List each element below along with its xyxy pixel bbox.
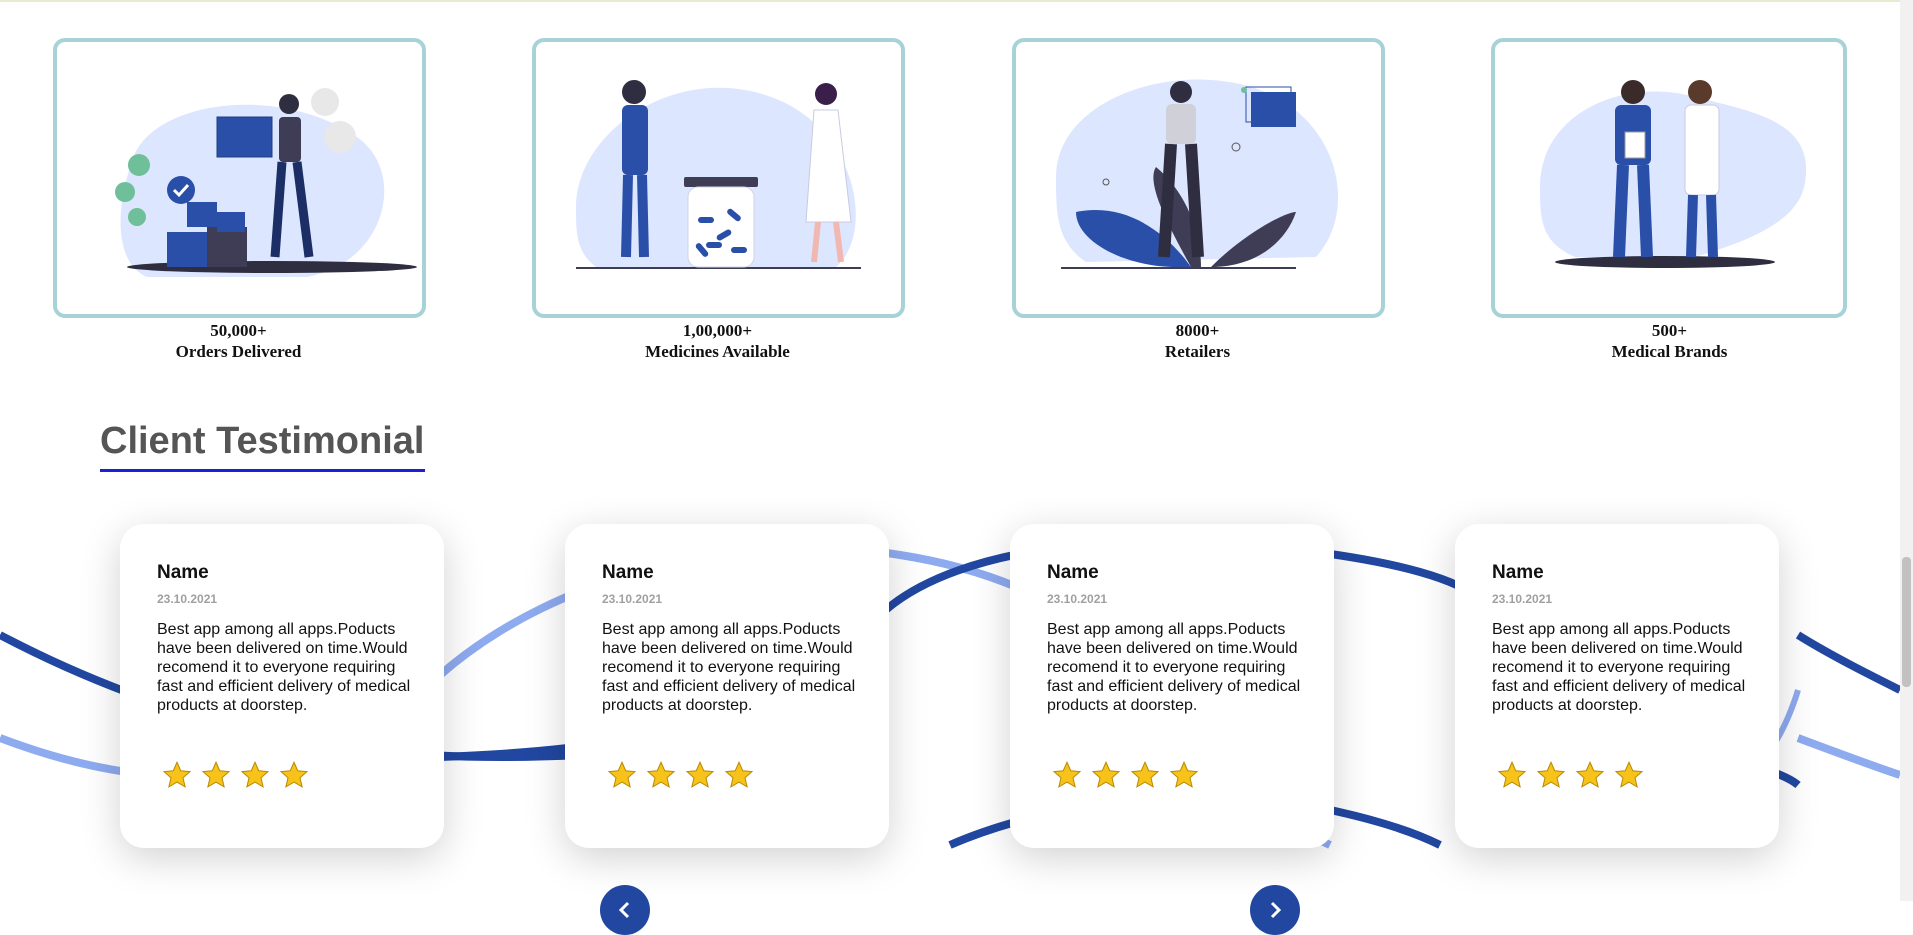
star-icon	[1052, 761, 1082, 788]
star-icon	[607, 761, 637, 788]
stat-number: 1,00,000+	[682, 321, 753, 340]
rating-stars	[1052, 760, 1199, 790]
stat-orders: 50,000+ Orders Delivered	[53, 38, 426, 362]
medical-staff-illustration	[1540, 80, 1807, 268]
star-icon	[1169, 761, 1199, 788]
stat-label: Medical Brands	[1611, 342, 1728, 361]
testimonial-card: Name 23.10.2021 Best app among all apps.…	[565, 524, 889, 848]
testimonial-card: Name 23.10.2021 Best app among all apps.…	[1010, 524, 1334, 848]
top-border	[0, 0, 1913, 2]
page-scrollbar[interactable]	[1900, 0, 1913, 901]
stat-label: Medicines Available	[645, 342, 790, 361]
star-icon	[1536, 761, 1566, 788]
star-icon	[201, 761, 231, 788]
star-icon	[162, 761, 192, 788]
stat-medicines: 1,00,000+ Medicines Available	[532, 38, 905, 362]
doctors-medicine-illustration	[576, 80, 861, 269]
stat-illustration-card	[1012, 38, 1385, 318]
reviewer-name: Name	[1047, 562, 1099, 583]
review-date: 23.10.2021	[157, 592, 218, 606]
chevron-right-icon	[1270, 901, 1282, 919]
review-date: 23.10.2021	[1047, 592, 1108, 606]
section-title: Client Testimonial	[100, 420, 425, 462]
star-icon	[1575, 761, 1605, 788]
scrollbar-thumb[interactable]	[1902, 557, 1911, 687]
star-icon	[1614, 761, 1644, 788]
reviewer-name: Name	[602, 562, 654, 583]
delivery-illustration	[115, 88, 417, 277]
star-icon	[279, 761, 309, 788]
star-icon	[1091, 761, 1121, 788]
stat-label: Orders Delivered	[175, 342, 302, 361]
stat-label: Retailers	[1164, 342, 1231, 361]
rating-stars	[1497, 760, 1644, 790]
star-icon	[646, 761, 676, 788]
stat-illustration-card	[532, 38, 905, 318]
carousel-prev-button[interactable]	[600, 885, 650, 935]
stat-number: 500+	[1651, 321, 1688, 340]
carousel-next-button[interactable]	[1250, 885, 1300, 935]
stat-brands: 500+ Medical Brands	[1491, 38, 1862, 362]
review-text: Best app among all apps.Poducts have bee…	[1492, 621, 1746, 714]
title-underline	[100, 469, 425, 472]
stat-number: 8000+	[1175, 321, 1220, 340]
reviewer-name: Name	[157, 562, 209, 583]
stat-number: 50,000+	[210, 321, 267, 340]
testimonial-card: Name 23.10.2021 Best app among all apps.…	[1455, 524, 1779, 848]
retailer-illustration	[1056, 79, 1339, 269]
star-icon	[240, 761, 270, 788]
chevron-left-icon	[618, 901, 630, 919]
stat-retailers: 8000+ Retailers	[1012, 38, 1385, 362]
reviewer-name: Name	[1492, 562, 1544, 583]
star-icon	[1497, 761, 1527, 788]
rating-stars	[607, 760, 754, 790]
stat-illustration-card	[53, 38, 426, 318]
rating-stars	[162, 760, 309, 790]
review-text: Best app among all apps.Poducts have bee…	[157, 621, 411, 714]
star-icon	[724, 761, 754, 788]
testimonial-card: Name 23.10.2021 Best app among all apps.…	[120, 524, 444, 848]
review-date: 23.10.2021	[1492, 592, 1553, 606]
review-text: Best app among all apps.Poducts have bee…	[1047, 621, 1301, 714]
star-icon	[685, 761, 715, 788]
review-date: 23.10.2021	[602, 592, 663, 606]
review-text: Best app among all apps.Poducts have bee…	[602, 621, 856, 714]
star-icon	[1130, 761, 1160, 788]
stat-illustration-card	[1491, 38, 1847, 318]
